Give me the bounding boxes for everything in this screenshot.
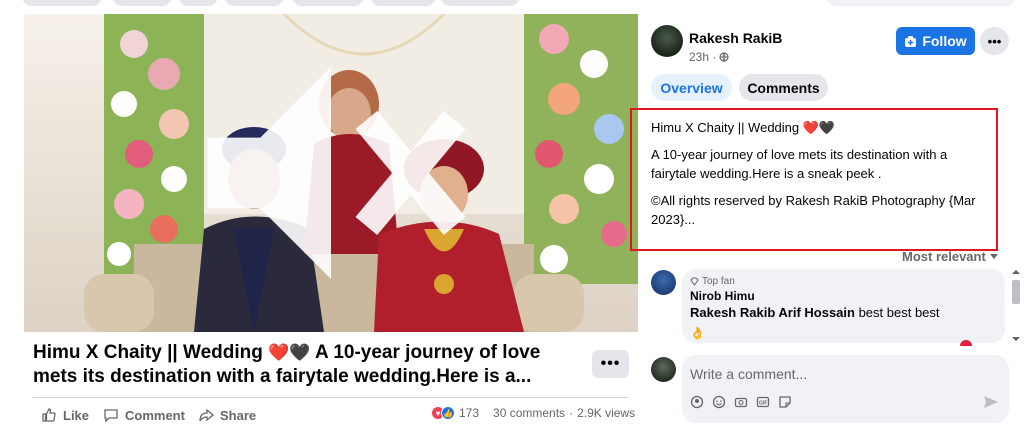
like-reaction-icon: 👍 bbox=[441, 406, 455, 420]
commenter-avatar[interactable] bbox=[651, 270, 676, 295]
post-title: Himu X Chaity || Wedding ❤️🖤 A 10-year j… bbox=[33, 341, 578, 389]
share-label: Share bbox=[220, 407, 257, 423]
scroll-up-icon[interactable] bbox=[1011, 268, 1021, 276]
like-label: Like bbox=[63, 407, 90, 423]
reaction-count[interactable]: 173 bbox=[459, 406, 479, 420]
top-pill[interactable] bbox=[112, 0, 172, 6]
comment-input[interactable]: Write a comment... bbox=[690, 366, 807, 382]
views-count: 2.9K views bbox=[577, 406, 636, 420]
chevron-down-icon bbox=[989, 253, 998, 259]
svg-text:GIF: GIF bbox=[759, 401, 767, 407]
scroll-thumb[interactable] bbox=[1012, 280, 1020, 304]
diamond-icon bbox=[690, 277, 699, 286]
send-icon[interactable] bbox=[983, 394, 999, 410]
top-pill[interactable] bbox=[370, 0, 436, 6]
top-pill[interactable] bbox=[22, 0, 102, 6]
follow-icon bbox=[905, 35, 917, 47]
post-title-part1: Himu X Chaity || Wedding bbox=[33, 342, 269, 363]
post-time-text[interactable]: 23h · bbox=[689, 50, 716, 64]
author-more-button[interactable]: ••• bbox=[980, 27, 1009, 55]
tab-overview[interactable]: Overview bbox=[651, 74, 732, 101]
video-player[interactable] bbox=[24, 14, 638, 332]
top-pill[interactable] bbox=[224, 0, 284, 6]
my-avatar[interactable] bbox=[651, 357, 676, 382]
comment-tags[interactable]: Rakesh Rakib Arif Hossain bbox=[690, 305, 855, 320]
post-stats: ♥ 👍 173 30 comments · 2.9K views bbox=[431, 406, 635, 420]
avatar-sticker-icon[interactable] bbox=[690, 395, 704, 409]
top-pill[interactable] bbox=[292, 0, 364, 6]
follow-label: Follow bbox=[922, 33, 967, 49]
scroll-down-icon[interactable] bbox=[1011, 335, 1021, 343]
top-pill[interactable] bbox=[178, 0, 218, 6]
comment-label: Comment bbox=[125, 407, 185, 423]
comment-text: Rakesh Rakib Arif Hossain best best best bbox=[690, 305, 940, 320]
post-more-button[interactable]: ••• bbox=[592, 350, 629, 378]
description-copyright: ©All rights reserved by Rakesh RakiB Pho… bbox=[651, 193, 976, 227]
sort-label: Most relevant bbox=[902, 249, 986, 264]
comment-emoji: 👌 bbox=[690, 326, 705, 340]
top-fan-badge: Top fan bbox=[690, 276, 735, 287]
composer-tools: GIF bbox=[690, 395, 792, 409]
post-viewer: Himu X Chaity || Wedding ❤️🖤 A 10-year j… bbox=[0, 0, 1024, 431]
volume-mute-icon[interactable] bbox=[24, 14, 638, 332]
author-avatar[interactable] bbox=[651, 25, 683, 57]
comment-button[interactable]: Comment bbox=[103, 407, 185, 423]
hearts-emoji: ❤️🖤 bbox=[268, 343, 311, 362]
tab-comments[interactable]: Comments bbox=[739, 74, 828, 101]
like-button[interactable]: Like bbox=[41, 407, 89, 423]
globe-icon bbox=[719, 52, 729, 62]
top-pill[interactable] bbox=[826, 0, 1016, 6]
description-title: Himu X Chaity || Wedding ❤️🖤 bbox=[651, 120, 836, 135]
description-text: A 10-year journey of love mets its desti… bbox=[651, 147, 948, 181]
commenter-name[interactable]: Nirob Himu bbox=[690, 289, 755, 303]
stats-separator: · bbox=[569, 406, 574, 420]
divider bbox=[33, 397, 629, 398]
comment-body: best best best bbox=[854, 305, 940, 320]
top-pill[interactable] bbox=[440, 0, 520, 6]
reaction-badge bbox=[960, 340, 972, 346]
top-fan-label: Top fan bbox=[702, 276, 735, 287]
post-time: 23h · bbox=[689, 50, 729, 64]
author-name[interactable]: Rakesh RakiB bbox=[689, 30, 782, 46]
emoji-icon[interactable] bbox=[712, 395, 726, 409]
share-button[interactable]: Share bbox=[198, 407, 256, 423]
share-icon bbox=[199, 408, 214, 422]
gif-icon[interactable]: GIF bbox=[756, 395, 770, 409]
thumbs-up-icon bbox=[42, 408, 56, 422]
camera-icon[interactable] bbox=[734, 395, 748, 409]
follow-button[interactable]: Follow bbox=[896, 27, 975, 55]
comment-icon bbox=[104, 409, 118, 423]
reactions[interactable]: ♥ 👍 bbox=[431, 406, 455, 420]
comments-count[interactable]: 30 comments bbox=[493, 406, 565, 420]
sticker-icon[interactable] bbox=[778, 395, 792, 409]
sort-dropdown[interactable]: Most relevant bbox=[902, 249, 998, 264]
comments-scrollbar[interactable] bbox=[1011, 268, 1021, 343]
